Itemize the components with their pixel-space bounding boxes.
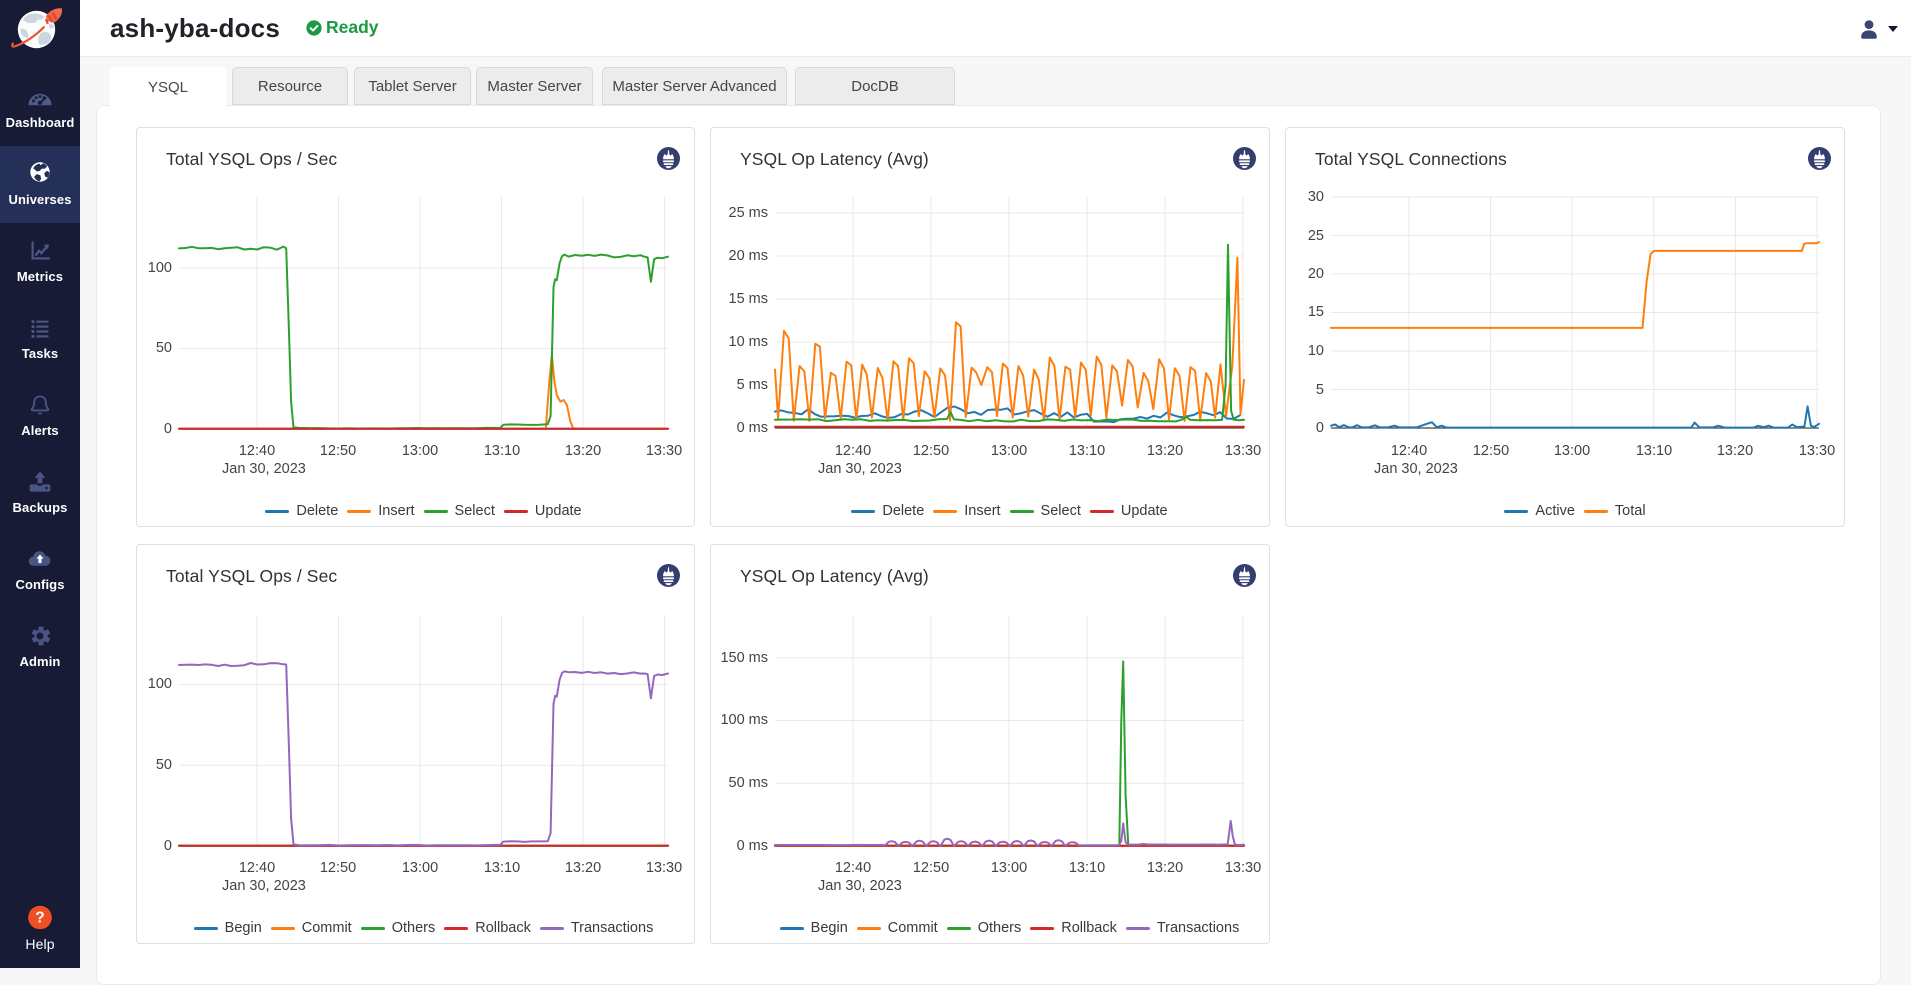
svg-text:?: ? [35,910,44,927]
